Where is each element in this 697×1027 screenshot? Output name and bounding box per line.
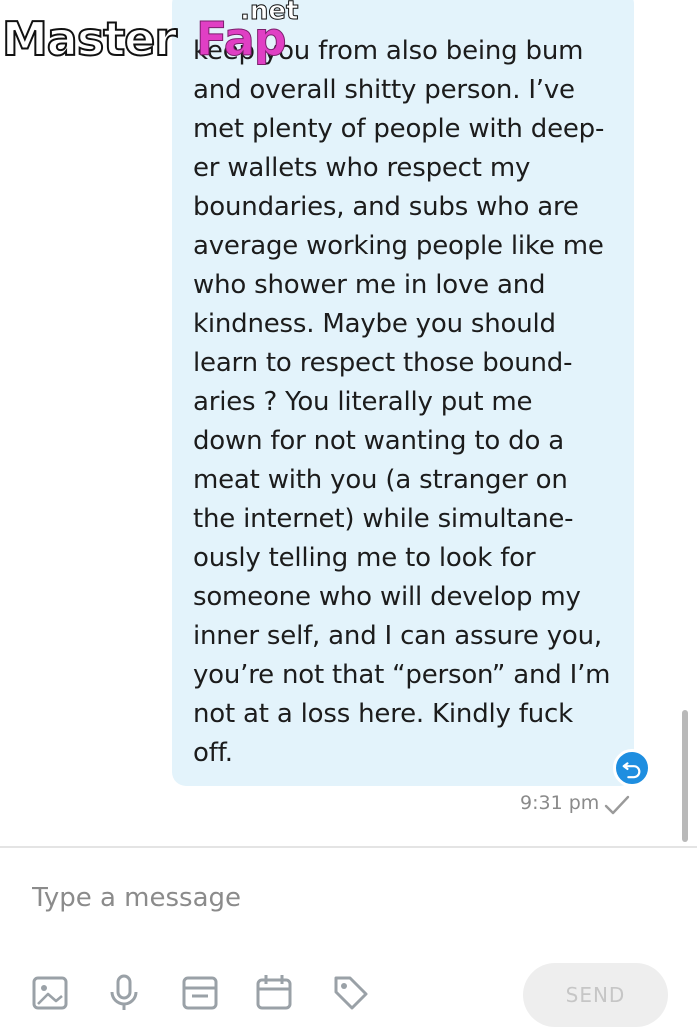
- message-line: aries ? You literally put me: [193, 387, 533, 417]
- composer-divider: [0, 846, 697, 848]
- single-check-icon: [604, 795, 630, 815]
- message-line: average working people like me: [193, 231, 604, 261]
- message-text: keep you from also being bum and overall…: [193, 32, 623, 773]
- send-button[interactable]: SEND: [523, 963, 668, 1027]
- message-line: kindness. Maybe you should: [193, 309, 556, 339]
- watermark-text-master: Master: [1, 11, 178, 67]
- microphone-icon[interactable]: [104, 972, 144, 1012]
- message-timestamp: 9:31 pm: [520, 792, 600, 814]
- chat-area[interactable]: keep you from also being bum and overall…: [0, 0, 697, 845]
- image-icon[interactable]: [30, 972, 70, 1012]
- message-line: met plenty of people with deep-: [193, 114, 605, 144]
- calendar-icon[interactable]: [254, 972, 294, 1012]
- undo-arrow-icon: [622, 762, 641, 779]
- chat-scrollbar[interactable]: [682, 710, 688, 842]
- message-line: meat with you (a stranger on: [193, 465, 568, 495]
- message-line: learn to respect those bound-: [193, 348, 573, 378]
- message-line: ously telling me to look for: [193, 543, 536, 573]
- message-line: you’re not that “person” and I’m: [193, 660, 611, 690]
- reply-button[interactable]: [613, 749, 651, 787]
- watermark-text-net: .net: [239, 0, 299, 27]
- watermark-logo: Master Fap .net: [0, 0, 310, 80]
- message-line: down for not wanting to do a: [193, 426, 564, 456]
- message-line: not at a loss here. Kindly fuck: [193, 699, 573, 729]
- tag-icon[interactable]: [330, 972, 370, 1012]
- vault-icon[interactable]: [180, 972, 220, 1012]
- message-input[interactable]: [32, 876, 532, 920]
- message-line: er wallets who respect my: [193, 153, 531, 183]
- message-line: the internet) while simultane-: [193, 504, 574, 534]
- message-line: who shower me in love and: [193, 270, 546, 300]
- message-line: inner self, and I can assure you,: [193, 621, 602, 651]
- message-line: someone who will develop my: [193, 582, 581, 612]
- message-line: off.: [193, 738, 233, 768]
- message-line: boundaries, and subs who are: [193, 192, 579, 222]
